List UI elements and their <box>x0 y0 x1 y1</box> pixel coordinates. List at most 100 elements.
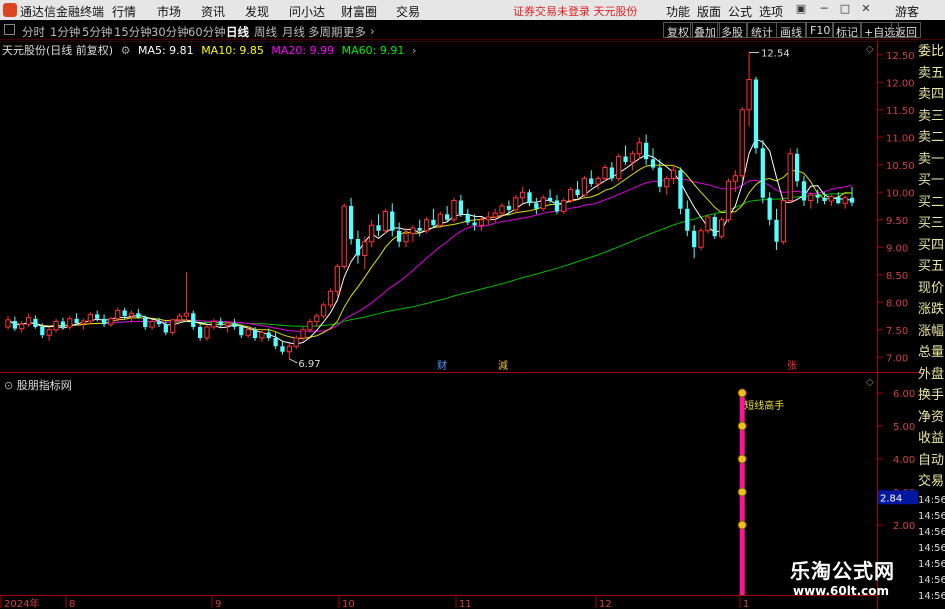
tab-15min[interactable]: 15分钟 <box>114 24 152 40</box>
sidebar-item[interactable]: 卖一 <box>918 149 945 171</box>
sidebar-item[interactable]: 14:56 <box>918 557 945 573</box>
tab-30min[interactable]: 30分钟 <box>151 24 189 40</box>
candle-body <box>451 200 457 221</box>
candle-body <box>417 228 422 231</box>
candle-body <box>156 321 162 325</box>
sidebar-item[interactable]: 14:56 <box>918 509 945 525</box>
stats-button[interactable]: 统计 <box>747 22 777 39</box>
menu-trade[interactable]: 交易 <box>396 3 420 20</box>
candle-body <box>739 109 745 177</box>
adjust-button[interactable]: 复权 <box>663 22 693 39</box>
tab-more[interactable]: 更多 <box>343 24 366 40</box>
sidebar-item[interactable]: 委比 <box>918 41 945 63</box>
candle-body <box>527 192 532 204</box>
user-guest[interactable]: 游客 <box>895 3 919 20</box>
sidebar-item[interactable]: 自动 <box>918 450 945 472</box>
candle-body <box>746 79 752 111</box>
tab-5min[interactable]: 5分钟 <box>82 24 112 40</box>
diamond-icon: ◇ <box>866 377 874 388</box>
mark-button[interactable]: 标记 <box>832 22 862 39</box>
minimize-icon[interactable]: ─ <box>817 2 831 16</box>
candle <box>170 318 176 336</box>
sidebar-item[interactable]: 14:56 <box>918 541 945 557</box>
tab-monthly[interactable]: 月线 <box>282 24 305 40</box>
sidebar-item[interactable]: 现价 <box>918 278 945 300</box>
sidebar-item[interactable]: 买二 <box>918 192 945 214</box>
sidebar-item[interactable]: 买四 <box>918 235 945 257</box>
candle-body <box>431 219 436 226</box>
multi-stock-button[interactable]: 多股 <box>717 22 747 39</box>
menu-exchange[interactable]: 市场 <box>157 3 181 20</box>
menu-layout[interactable]: 版面 <box>697 3 721 20</box>
menu-wealth[interactable]: 财富圈 <box>341 3 377 20</box>
tab-60min[interactable]: 60分钟 <box>188 24 226 40</box>
candle-body <box>403 233 409 243</box>
draw-button[interactable]: 画线 <box>776 22 806 39</box>
low-label: 6.97 <box>298 359 320 370</box>
candle-body <box>705 216 711 232</box>
sidebar-item[interactable]: 卖四 <box>918 84 945 106</box>
back-button[interactable]: 返回 <box>891 22 921 39</box>
candle-body <box>232 323 237 327</box>
sidebar-item[interactable]: 净资 <box>918 407 945 429</box>
panel-toggle-icon[interactable] <box>4 24 15 35</box>
sidebar-item[interactable]: 14:56 <box>918 573 945 589</box>
overlay-button[interactable]: 叠加 <box>690 22 720 39</box>
tab-intraday[interactable]: 分时 <box>22 24 45 40</box>
skin-icon[interactable]: ▣ <box>794 2 808 16</box>
sidebar-item[interactable]: 买一 <box>918 170 945 192</box>
app-logo-icon <box>3 3 17 17</box>
menu-options[interactable]: 选项 <box>759 3 783 20</box>
sidebar-item[interactable]: 换手 <box>918 385 945 407</box>
close-icon[interactable]: ✕ <box>859 2 873 16</box>
coin-icon <box>737 388 747 398</box>
time-axis: 2024年 8 9 10 11 12 1 <box>0 596 749 609</box>
candle-body <box>149 321 155 328</box>
menu-news[interactable]: 资讯 <box>201 3 225 20</box>
candle-body <box>513 197 519 211</box>
sidebar-item[interactable]: 卖五 <box>918 63 945 85</box>
menu-ask[interactable]: 问小达 <box>289 3 325 20</box>
sidebar-item[interactable]: 涨跌 <box>918 299 945 321</box>
menu-market[interactable]: 行情 <box>112 3 136 20</box>
sidebar-item[interactable]: 14:56 <box>918 525 945 541</box>
sidebar-item[interactable]: 外盘 <box>918 364 945 386</box>
maximize-icon[interactable]: □ <box>838 2 852 16</box>
tab-weekly[interactable]: 周线 <box>254 24 277 40</box>
sidebar-item[interactable]: 总量 <box>918 342 945 364</box>
menu-formula[interactable]: 公式 <box>728 3 752 20</box>
sidebar-item[interactable]: 买三 <box>918 213 945 235</box>
sidebar-item[interactable]: 收益 <box>918 428 945 450</box>
candle-body <box>390 211 395 231</box>
sidebar-item[interactable]: 14:56 <box>918 589 945 605</box>
tab-1min[interactable]: 1分钟 <box>50 24 80 40</box>
candle-body <box>595 178 601 185</box>
candle <box>46 327 52 341</box>
sidebar-item[interactable]: 交易 <box>918 471 945 493</box>
ind-tick-label: 2.00 <box>893 521 915 532</box>
candle-body <box>499 205 505 214</box>
candle-body <box>183 312 190 317</box>
candle-body <box>376 225 381 231</box>
tab-daily[interactable]: 日线 <box>226 24 249 40</box>
sidebar-item[interactable]: 14:56 <box>918 493 945 509</box>
indicator-title[interactable]: ⊙ 股朋指标网 <box>4 377 72 393</box>
tab-multi-period[interactable]: 多周期 <box>308 24 343 40</box>
sidebar-item[interactable]: 涨幅 <box>918 321 945 343</box>
candle-body <box>534 203 539 209</box>
more-chevron-icon[interactable]: › <box>370 24 375 38</box>
indicator-toggle-icon[interactable]: ⊙ <box>4 379 13 392</box>
menu-discover[interactable]: 发现 <box>245 3 269 20</box>
f10-button[interactable]: F10 <box>806 22 835 38</box>
menu-function[interactable]: 功能 <box>666 3 690 20</box>
sidebar-item[interactable]: 卖二 <box>918 127 945 149</box>
login-notice[interactable]: 证券交易未登录 天元股份 <box>513 3 638 19</box>
candles <box>5 52 855 359</box>
sidebar-item[interactable]: 买五 <box>918 256 945 278</box>
candle <box>376 214 381 237</box>
candle-body <box>46 329 52 336</box>
kline-chart[interactable]: ◇ ◇ 12.5012.0011.5011.0010.5010.009.509.… <box>0 41 918 609</box>
candle-body <box>520 191 526 199</box>
watermark-text: 乐淘公式网 <box>790 559 895 583</box>
sidebar-item[interactable]: 卖三 <box>918 106 945 128</box>
